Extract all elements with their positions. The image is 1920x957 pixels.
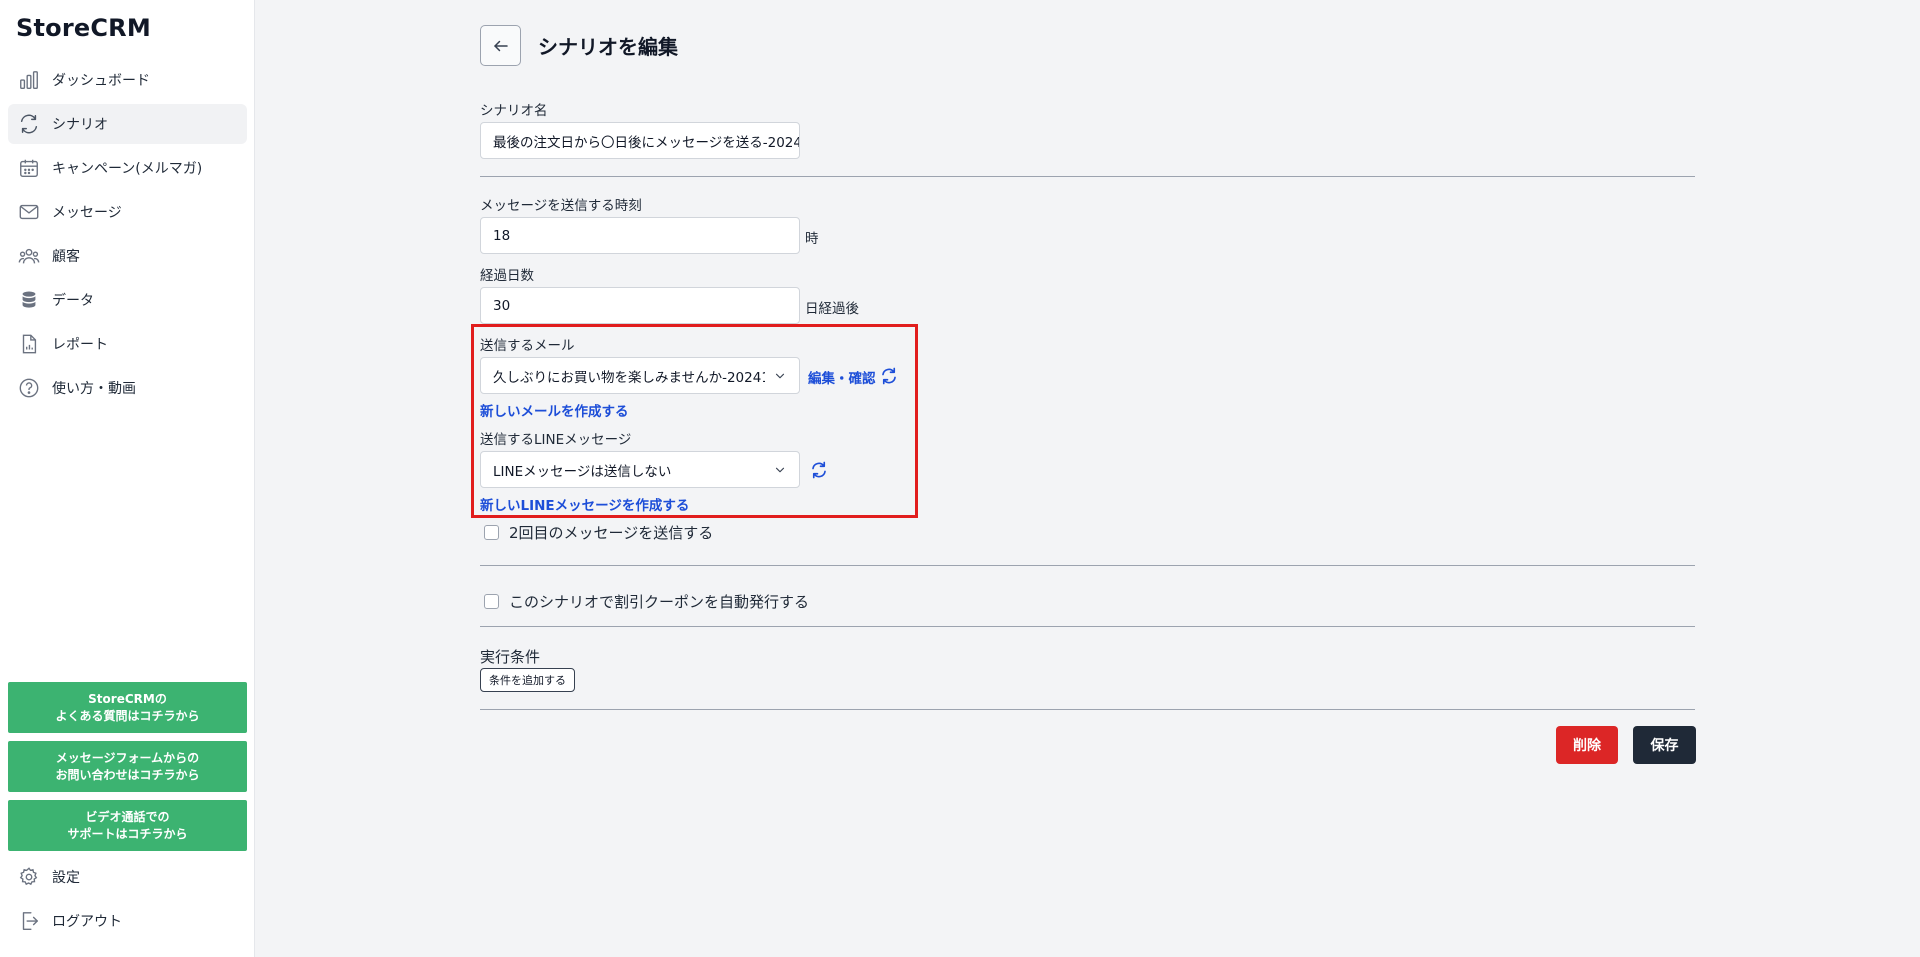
line-select[interactable]: LINEメッセージは送信しない: [480, 451, 800, 488]
gear-icon: [18, 866, 40, 888]
elapsed-days-input[interactable]: 30: [480, 287, 800, 324]
sidebar-item-label: メッセージ: [52, 205, 122, 221]
support-links: StoreCRMの よくある質問はコチラから メッセージフォームからの お問い合…: [8, 682, 247, 859]
sidebar-item-customers[interactable]: 顧客: [8, 236, 247, 276]
app-logo[interactable]: StoreCRM: [16, 14, 151, 42]
document-report-icon: [18, 333, 40, 355]
delete-button[interactable]: 削除: [1556, 726, 1618, 764]
sidebar: StoreCRM ダッシュボード シナリオ キャンペーン(メルマガ) メッセージ: [0, 0, 255, 957]
elapsed-days-suffix: 日経過後: [805, 301, 859, 317]
divider: [480, 709, 1695, 710]
question-circle-icon: [18, 377, 40, 399]
second-message-option[interactable]: 2回目のメッセージを送信する: [484, 522, 713, 543]
send-time-input[interactable]: 18: [480, 217, 800, 254]
coupon-option[interactable]: このシナリオで割引クーポンを自動発行する: [484, 591, 809, 612]
sidebar-nav: ダッシュボード シナリオ キャンペーン(メルマガ) メッセージ 顧客 データ レ…: [8, 60, 247, 412]
second-message-label: 2回目のメッセージを送信する: [509, 524, 714, 542]
add-condition-button[interactable]: 条件を追加する: [480, 668, 575, 692]
sidebar-item-label: ダッシュボード: [52, 73, 150, 89]
coupon-label: このシナリオで割引クーポンを自動発行する: [509, 593, 810, 611]
sidebar-item-label: キャンペーン(メルマガ): [52, 161, 203, 177]
divider: [480, 626, 1695, 627]
refresh-icon[interactable]: [810, 461, 828, 479]
users-icon: [18, 245, 40, 267]
chevron-down-icon: [775, 373, 785, 378]
faq-button[interactable]: StoreCRMの よくある質問はコチラから: [8, 682, 247, 733]
sidebar-item-label: 顧客: [52, 249, 80, 265]
conditions-title: 実行条件: [480, 648, 541, 666]
sidebar-bottom-nav: 設定 ログアウト: [8, 857, 247, 945]
mail-icon: [18, 201, 40, 223]
sidebar-item-label: シナリオ: [52, 117, 108, 133]
scenario-name-label: シナリオ名: [480, 103, 548, 119]
refresh-icon: [18, 113, 40, 135]
sidebar-item-report[interactable]: レポート: [8, 324, 247, 364]
elapsed-days-label: 経過日数: [480, 268, 534, 284]
chevron-down-icon: [775, 467, 785, 472]
sidebar-item-logout[interactable]: ログアウト: [8, 901, 247, 941]
divider: [480, 176, 1695, 177]
coupon-checkbox[interactable]: [484, 594, 499, 609]
sidebar-item-label: ログアウト: [52, 914, 122, 930]
mail-select[interactable]: 久しぶりにお買い物を楽しみませんか-20241123: [480, 357, 800, 394]
page-title: シナリオを編集: [538, 35, 678, 59]
database-icon: [18, 289, 40, 311]
sidebar-item-label: 使い方・動画: [52, 381, 136, 397]
sidebar-item-label: レポート: [52, 337, 108, 353]
send-time-label: メッセージを送信する時刻: [480, 198, 642, 214]
mail-label: 送信するメール: [480, 338, 575, 354]
chart-bar-icon: [18, 69, 40, 91]
mail-edit-link[interactable]: 編集・確認: [808, 367, 876, 387]
video-support-button[interactable]: ビデオ通話での サポートはコチラから: [8, 800, 247, 851]
send-time-suffix: 時: [805, 231, 819, 247]
sidebar-item-label: 設定: [52, 870, 80, 886]
sidebar-item-message[interactable]: メッセージ: [8, 192, 247, 232]
contact-form-button[interactable]: メッセージフォームからの お問い合わせはコチラから: [8, 741, 247, 792]
sidebar-item-settings[interactable]: 設定: [8, 857, 247, 897]
save-button[interactable]: 保存: [1633, 726, 1696, 764]
mail-select-value: 久しぶりにお買い物を楽しみませんか-20241123: [493, 369, 765, 386]
sidebar-item-scenario[interactable]: シナリオ: [8, 104, 247, 144]
sidebar-item-data[interactable]: データ: [8, 280, 247, 320]
logout-icon: [18, 910, 40, 932]
divider: [480, 565, 1695, 566]
back-button[interactable]: [480, 25, 521, 66]
line-new-link[interactable]: 新しいLINEメッセージを作成する: [480, 494, 689, 514]
second-message-checkbox[interactable]: [484, 525, 499, 540]
sidebar-item-dashboard[interactable]: ダッシュボード: [8, 60, 247, 100]
scenario-name-input[interactable]: 最後の注文日から〇日後にメッセージを送る-202411: [480, 122, 800, 159]
page-header: シナリオを編集: [480, 25, 678, 66]
arrow-left-icon: [493, 40, 508, 51]
line-select-value: LINEメッセージは送信しない: [493, 463, 672, 480]
mail-new-link[interactable]: 新しいメールを作成する: [480, 400, 629, 420]
sidebar-item-label: データ: [52, 293, 94, 309]
calendar-icon: [18, 157, 40, 179]
refresh-icon[interactable]: [880, 367, 898, 385]
sidebar-item-howto[interactable]: 使い方・動画: [8, 368, 247, 408]
line-label: 送信するLINEメッセージ: [480, 432, 632, 448]
sidebar-item-campaign[interactable]: キャンペーン(メルマガ): [8, 148, 247, 188]
